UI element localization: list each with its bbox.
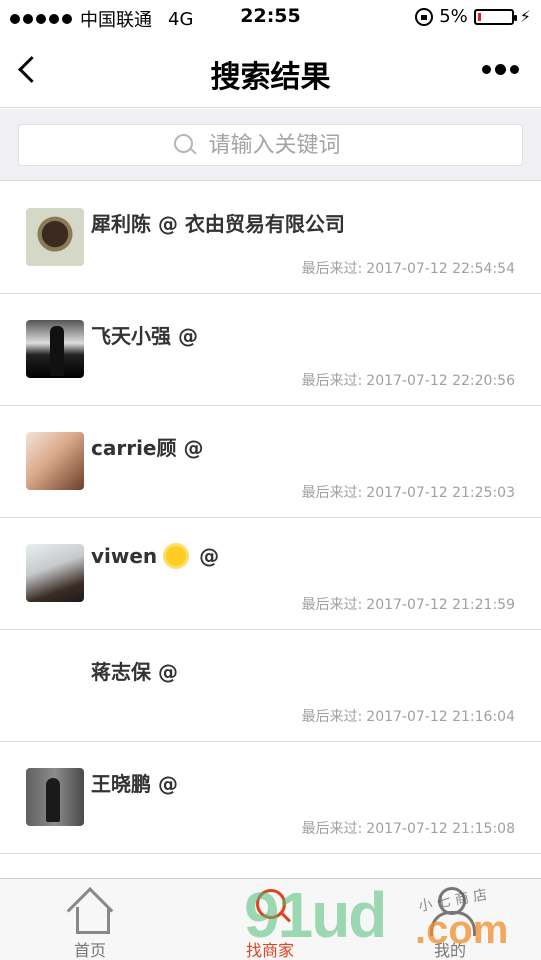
search-box[interactable] (18, 124, 523, 166)
result-name: viwen @ (91, 544, 220, 568)
list-item[interactable]: 犀利陈 @ 衣由贸易有限公司 最后来过: 2017-07-12 22:54:54 (0, 182, 541, 294)
more-icon[interactable] (482, 64, 519, 75)
last-visit: 最后来过: 2017-07-12 21:16:04 (301, 709, 515, 725)
last-visit: 最后来过: 2017-07-12 22:20:56 (301, 373, 515, 389)
avatar (26, 432, 84, 490)
results-list: 犀利陈 @ 衣由贸易有限公司 最后来过: 2017-07-12 22:54:54 … (0, 182, 541, 854)
result-name: 飞天小强 @ (91, 324, 198, 348)
user-icon (424, 885, 476, 936)
search-input[interactable] (208, 132, 369, 158)
nav-bar: 搜索结果 (0, 34, 541, 108)
avatar (26, 768, 84, 826)
tab-label: 找商家 (245, 941, 294, 960)
last-visit: 最后来过: 2017-07-12 21:15:08 (301, 821, 515, 837)
list-item[interactable]: 王晓鹏 @ 最后来过: 2017-07-12 21:15:08 (0, 742, 541, 854)
list-item[interactable]: carrie顾 @ 最后来过: 2017-07-12 21:25:03 (0, 406, 541, 518)
search-icon (173, 133, 197, 157)
result-name: 蒋志保 @ (91, 660, 178, 684)
avatar (26, 320, 84, 378)
tab-mine[interactable]: 我的 (390, 879, 510, 960)
last-visit: 最后来过: 2017-07-12 21:25:03 (301, 485, 515, 501)
list-item[interactable]: viwen @ 最后来过: 2017-07-12 21:21:59 (0, 518, 541, 630)
avatar (26, 208, 84, 266)
rotation-lock-icon (415, 7, 434, 26)
search-area (0, 109, 541, 181)
status-right: 5% ⚡ (415, 6, 531, 27)
last-visit: 最后来过: 2017-07-12 21:21:59 (301, 597, 515, 613)
search-icon (244, 885, 296, 933)
result-name: 王晓鹏 @ (91, 772, 178, 796)
sun-icon (166, 546, 187, 566)
page-title: 搜索结果 (210, 60, 331, 95)
tab-find-merchants[interactable]: 找商家 (210, 879, 330, 960)
tab-label: 首页 (73, 941, 106, 960)
charging-icon: ⚡ (519, 7, 531, 26)
avatar (26, 544, 84, 602)
battery-icon (473, 8, 517, 25)
result-name: carrie顾 @ (91, 436, 204, 460)
tab-bar: 首页 找商家 我的 (0, 878, 541, 960)
home-icon (64, 885, 116, 934)
tab-label: 我的 (433, 941, 466, 960)
result-name: 犀利陈 @ 衣由贸易有限公司 (91, 212, 345, 236)
last-visit: 最后来过: 2017-07-12 22:54:54 (301, 261, 515, 277)
tab-home[interactable]: 首页 (30, 879, 150, 960)
list-item[interactable]: 蒋志保 @ 最后来过: 2017-07-12 21:16:04 (0, 630, 541, 742)
status-bar: 中国联通 4G 22:55 5% ⚡ (0, 0, 541, 34)
list-item[interactable]: 飞天小强 @ 最后来过: 2017-07-12 22:20:56 (0, 294, 541, 406)
battery-percent: 5% (439, 6, 468, 27)
